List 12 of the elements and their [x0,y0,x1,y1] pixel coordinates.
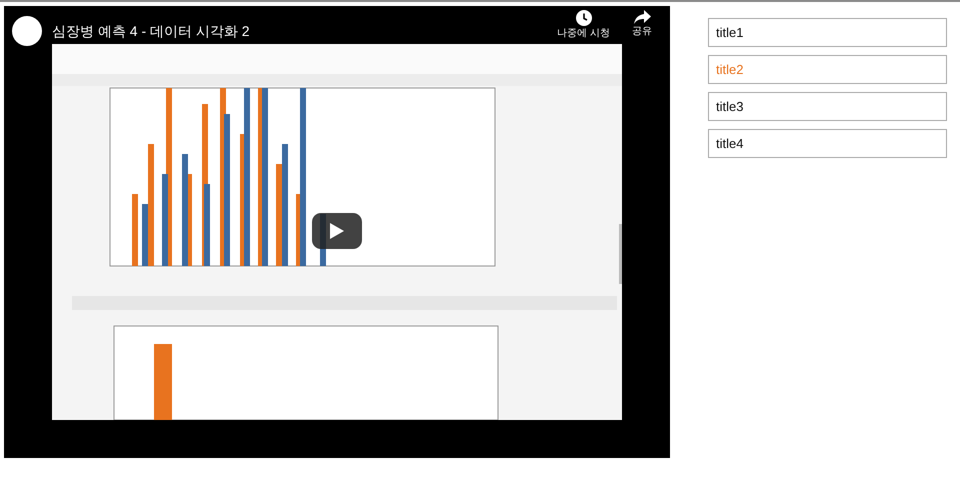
play-icon [330,223,344,239]
video-player[interactable]: 심장병 예측 4 - 데이터 시각화 2 나중에 시청 공유 [4,6,670,458]
share-button[interactable]: 공유 [626,10,658,37]
share-icon [634,10,650,24]
watch-later-button[interactable]: 나중에 시청 [551,10,616,39]
play-button[interactable] [312,213,362,249]
playlist-item[interactable]: title3 [708,92,947,121]
playlist-item[interactable]: title1 [708,18,947,47]
channel-avatar[interactable] [12,16,42,46]
playlist-item[interactable]: title4 [708,129,947,158]
video-title[interactable]: 심장병 예측 4 - 데이터 시각화 2 [52,23,542,41]
clock-icon [576,10,592,26]
